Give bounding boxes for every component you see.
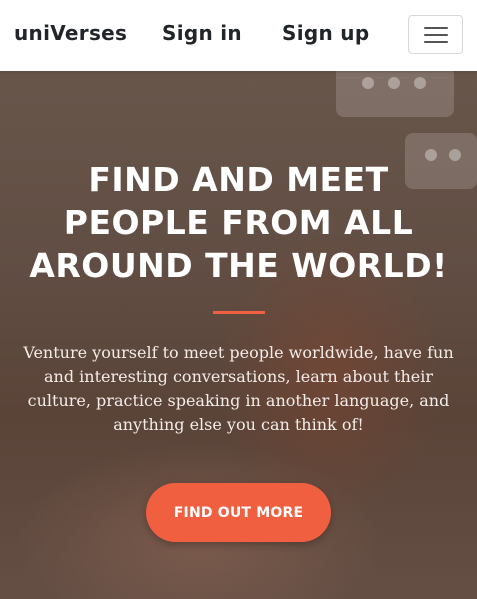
find-out-more-button[interactable]: FIND OUT MORE — [146, 483, 331, 542]
brand-link[interactable]: uniVerses — [14, 21, 127, 45]
hero-description: Venture yourself to meet people worldwid… — [23, 343, 454, 434]
hero-section: FIND AND MEET PEOPLE FROM ALL AROUND THE… — [0, 71, 477, 599]
hamburger-menu-icon — [424, 27, 448, 29]
signin-link[interactable]: Sign in — [162, 21, 242, 45]
hero-title: FIND AND MEET PEOPLE FROM ALL AROUND THE… — [29, 160, 448, 285]
chat-bubble-icon — [336, 71, 454, 117]
menu-toggle-button[interactable] — [408, 15, 463, 54]
signup-link[interactable]: Sign up — [282, 21, 369, 45]
title-divider — [213, 311, 265, 314]
navbar: uniVerses Sign in Sign up — [0, 0, 477, 71]
